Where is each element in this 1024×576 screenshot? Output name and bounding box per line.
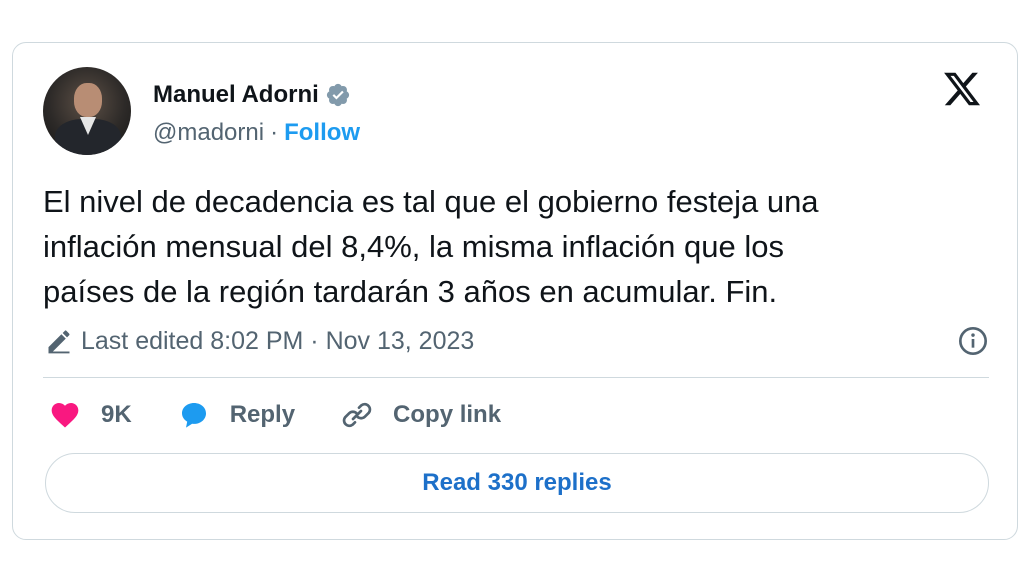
- action-bar: 9K Reply Copy link: [49, 395, 547, 435]
- heart-icon: [51, 403, 79, 428]
- pencil-icon: [48, 330, 70, 354]
- tweet-header: Manuel Adorni @madorni · Follow: [43, 67, 983, 157]
- speech-bubble-icon: [181, 403, 206, 428]
- read-replies-button[interactable]: Read 330 replies: [45, 453, 989, 513]
- author-handle[interactable]: @madorni: [153, 119, 264, 147]
- copy-link-button[interactable]: Copy link: [341, 399, 501, 431]
- tweet-text-line: inflación mensual del 8,4%, la misma inf…: [43, 229, 784, 264]
- x-logo-icon[interactable]: [941, 69, 983, 109]
- tweet-text-line: El nivel de decadencia es tal que el gob…: [43, 184, 819, 219]
- copy-link-label: Copy link: [393, 401, 502, 428]
- author-name[interactable]: Manuel Adorni: [153, 81, 319, 109]
- separator-dot: ·: [270, 119, 279, 146]
- edit-info-row: Last edited 8:02 PM · Nov 13, 2023: [45, 325, 989, 357]
- author-handle-row: @madorni · Follow: [153, 119, 360, 147]
- follow-button[interactable]: Follow: [284, 119, 360, 147]
- reply-label: Reply: [229, 401, 296, 428]
- last-edited-link[interactable]: Last edited 8:02 PM · Nov 13, 2023: [81, 327, 474, 356]
- reply-button[interactable]: Reply: [178, 399, 295, 431]
- tweet-text-line: países de la región tardarán 3 años en a…: [43, 274, 778, 309]
- divider: [43, 377, 989, 378]
- like-button[interactable]: 9K: [49, 399, 132, 431]
- author-name-row: Manuel Adorni: [153, 81, 351, 109]
- tweet-text: El nivel de decadencia es tal que el gob…: [43, 179, 983, 314]
- verified-badge-icon: [326, 83, 349, 107]
- link-icon: [342, 402, 372, 428]
- tweet-card: Manuel Adorni @madorni · Follow El nivel…: [12, 42, 1018, 540]
- info-icon[interactable]: [957, 325, 989, 357]
- like-count: 9K: [101, 401, 132, 428]
- avatar[interactable]: [43, 67, 131, 155]
